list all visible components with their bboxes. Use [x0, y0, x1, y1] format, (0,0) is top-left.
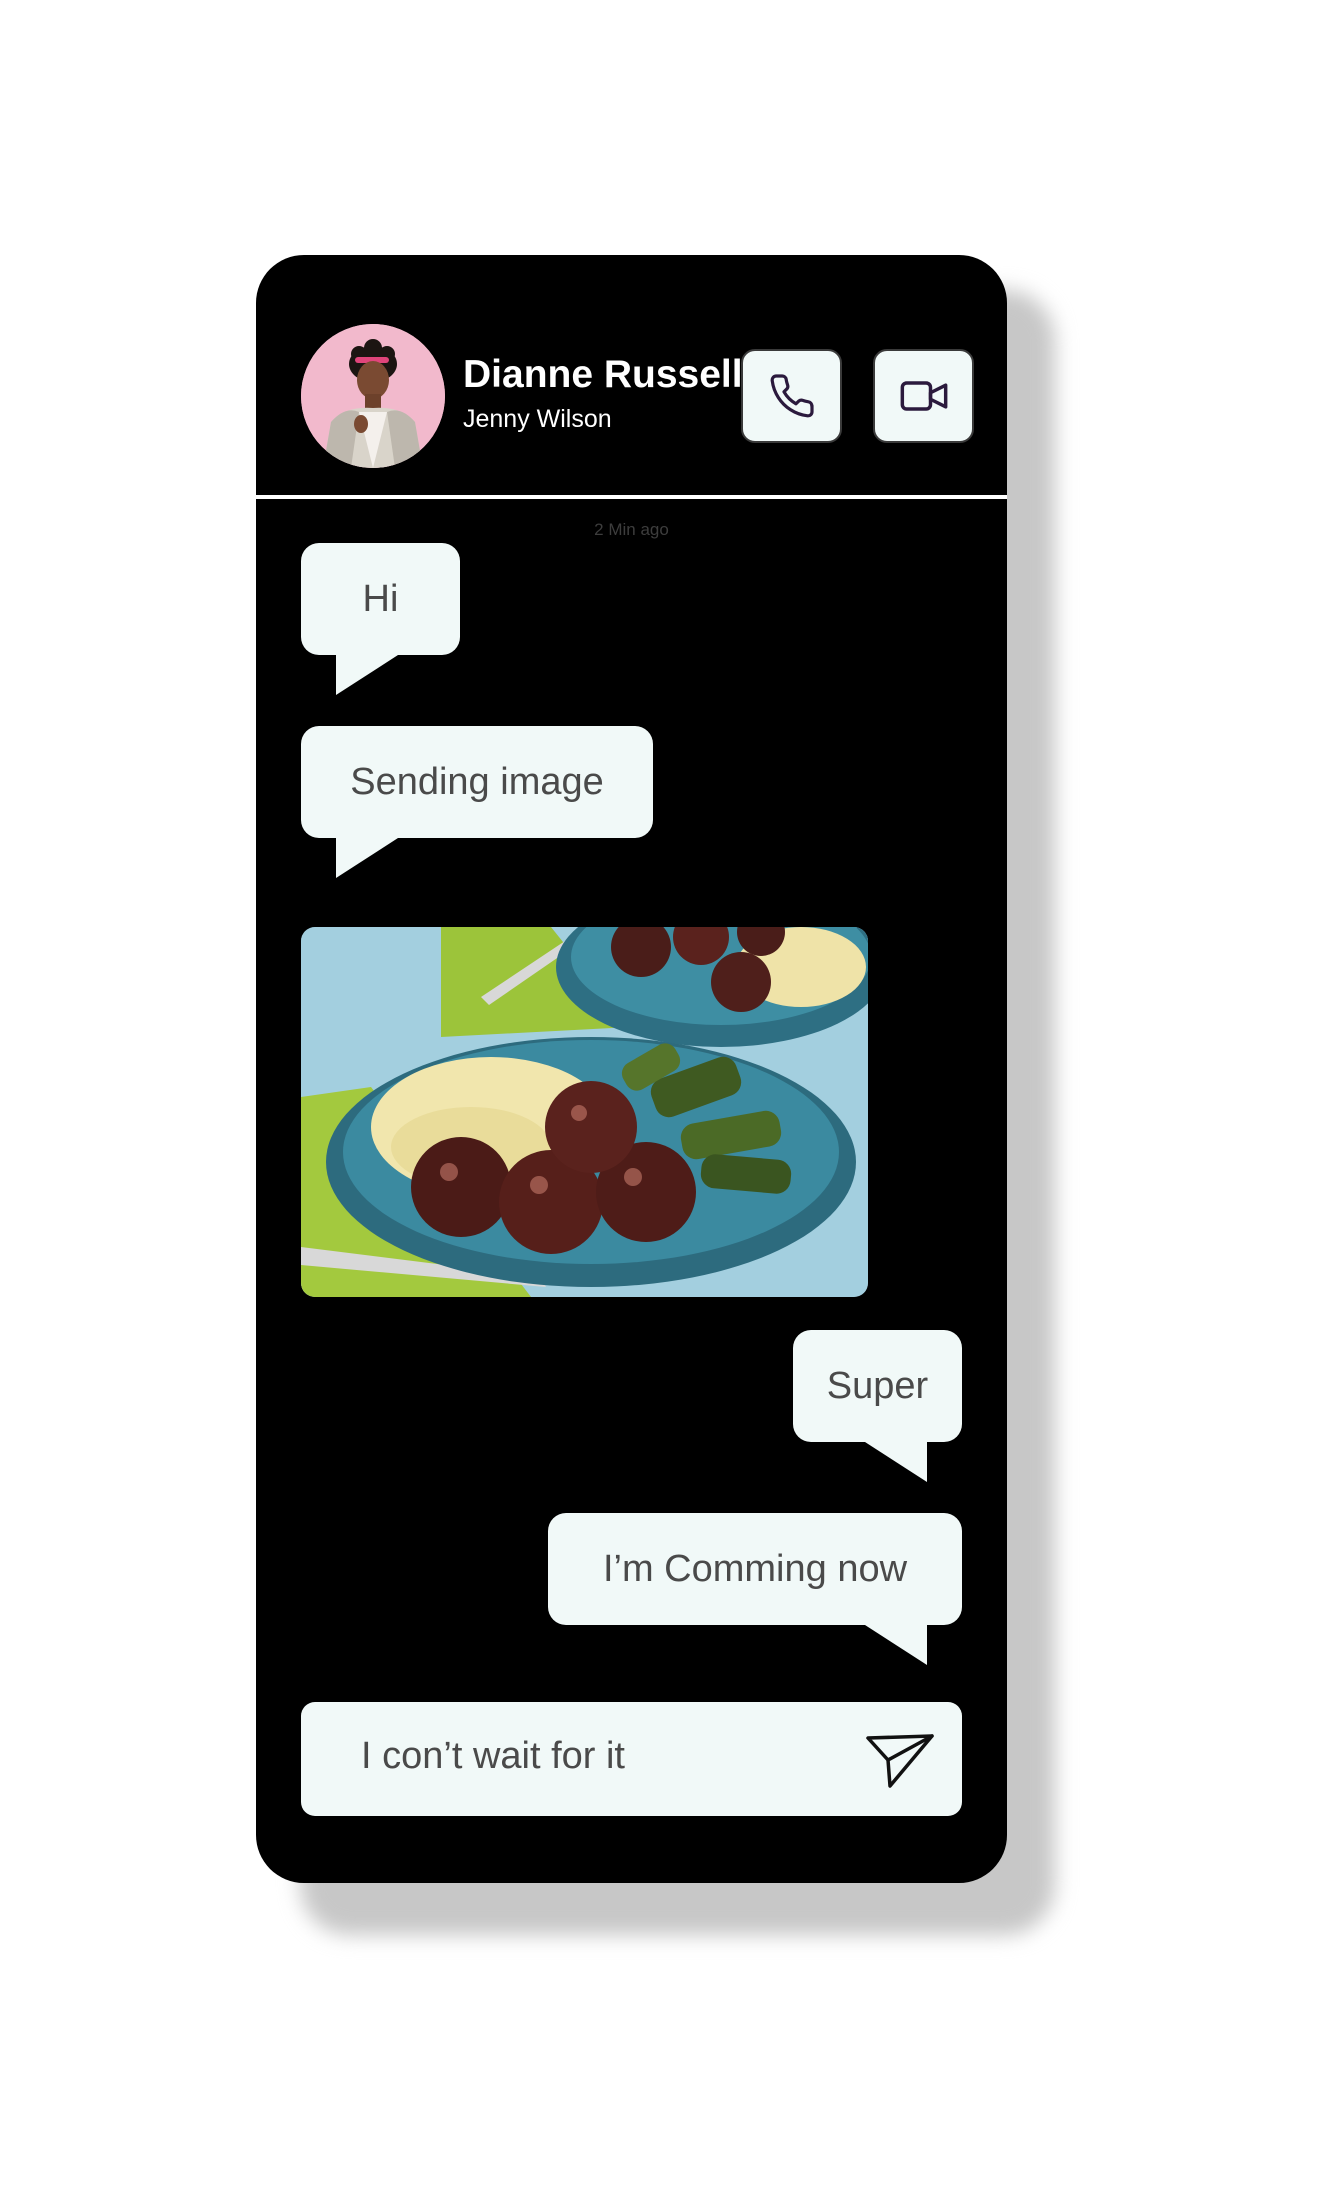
avatar[interactable]: [301, 324, 445, 468]
phone-icon: [770, 374, 814, 418]
food-photo-image: [301, 927, 868, 1297]
video-call-button[interactable]: [873, 349, 974, 443]
received-message-bubble[interactable]: Hi: [301, 543, 460, 655]
bubble-tail: [865, 1625, 927, 1665]
bubble-tail: [336, 655, 398, 695]
contact-subtitle: Jenny Wilson: [463, 405, 612, 433]
message-text: Hi: [362, 577, 399, 620]
message-timestamp: 2 Min ago: [594, 520, 669, 539]
call-button[interactable]: [741, 349, 842, 443]
sent-message-bubble[interactable]: I’m Comming now: [548, 1513, 962, 1625]
message-input[interactable]: I con’t wait for it: [301, 1702, 962, 1816]
header-divider: [256, 495, 1007, 499]
send-icon: [866, 1734, 934, 1788]
sent-message-bubble[interactable]: Super: [793, 1330, 962, 1442]
chat-screen: Dianne Russell Jenny Wilson 2 Min ago Hi…: [256, 255, 1007, 1883]
message-text: I’m Comming now: [602, 1547, 908, 1590]
bubble-tail: [336, 838, 398, 878]
message-text: Super: [826, 1364, 929, 1407]
send-button[interactable]: [864, 1730, 936, 1790]
message-text: Sending image: [350, 760, 604, 803]
bubble-tail: [865, 1442, 927, 1482]
received-message-bubble[interactable]: Sending image: [301, 726, 653, 838]
contact-name: Dianne Russell: [463, 353, 743, 396]
avatar-portrait-image: [301, 324, 445, 468]
video-camera-icon: [900, 381, 947, 411]
shared-food-photo[interactable]: [301, 927, 868, 1297]
message-input-value[interactable]: I con’t wait for it: [361, 1735, 625, 1778]
